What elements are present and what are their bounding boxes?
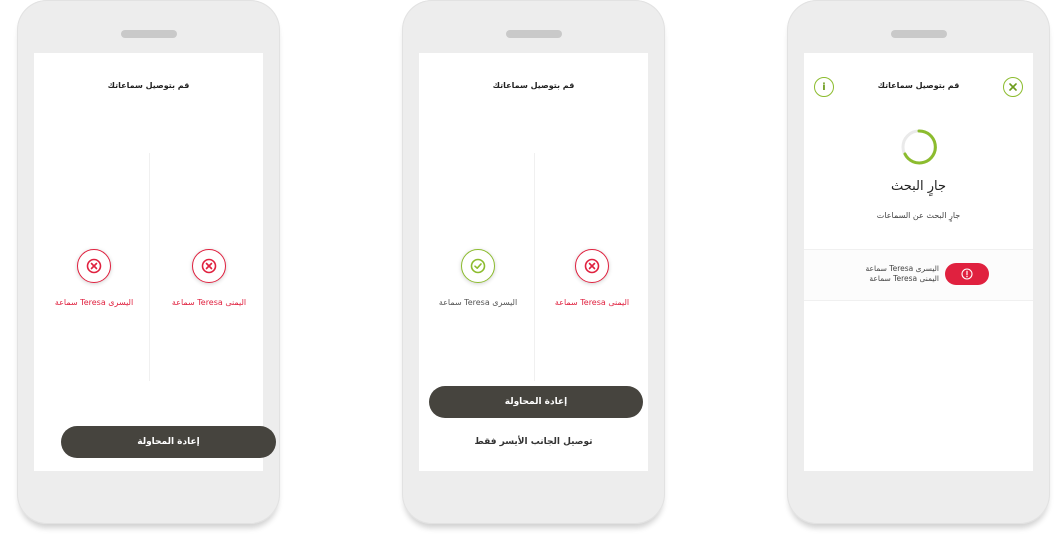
x-icon bbox=[584, 258, 600, 274]
x-icon bbox=[86, 258, 102, 274]
divider bbox=[533, 153, 535, 381]
check-icon bbox=[470, 258, 486, 274]
error-status-icon bbox=[192, 249, 226, 283]
left-hearing-aid: سماعة Teresa اليسرى bbox=[423, 249, 533, 307]
right-hearing-aid: سماعة Teresa اليمنى bbox=[154, 249, 264, 307]
success-status-icon bbox=[461, 249, 495, 283]
retry-button[interactable]: إعادة المحاولة bbox=[61, 426, 276, 458]
searching-subtitle: جارٍ البحث عن السماعات bbox=[876, 211, 961, 220]
screen-connection-failed-right: قم بتوصيل سماعاتك سماعة Teresa اليمنى سم… bbox=[419, 53, 648, 471]
connect-left-only-link[interactable]: توصيل الجانب الأيسر فقط bbox=[419, 437, 648, 447]
close-icon[interactable] bbox=[1003, 77, 1023, 97]
left-aid-label: سماعة Teresa اليسرى bbox=[438, 298, 518, 307]
phone-speaker bbox=[505, 30, 562, 38]
left-aid-label: سماعة Teresa اليسرى bbox=[54, 298, 134, 307]
phone-frame-3: i قم بتوصيل سماعاتك جارٍ البحث جارٍ البح… bbox=[787, 0, 1050, 524]
device-names: سماعة Teresa اليسرى سماعة Teresa اليمنى bbox=[866, 264, 939, 284]
error-status-icon bbox=[575, 249, 609, 283]
screen-title: قم بتوصيل سماعاتك bbox=[492, 81, 575, 90]
screen-searching: i قم بتوصيل سماعاتك جارٍ البحث جارٍ البح… bbox=[804, 53, 1033, 471]
right-aid-label: سماعة Teresa اليمنى bbox=[171, 298, 247, 307]
error-status-icon bbox=[77, 249, 111, 283]
loading-spinner-icon bbox=[901, 129, 937, 165]
phone-frame-2: قم بتوصيل سماعاتك سماعة Teresa اليمنى سم… bbox=[402, 0, 665, 524]
right-aid-label: سماعة Teresa اليمنى bbox=[554, 298, 630, 307]
device-left-name: سماعة Teresa اليسرى bbox=[865, 264, 939, 273]
searching-title: جارٍ البحث bbox=[890, 179, 947, 194]
device-info-button[interactable] bbox=[945, 263, 989, 285]
screen-title: قم بتوصيل سماعاتك bbox=[107, 81, 190, 90]
right-hearing-aid: سماعة Teresa اليمنى bbox=[537, 249, 647, 307]
phone-speaker bbox=[890, 30, 947, 38]
info-icon bbox=[961, 268, 973, 280]
screen-connection-failed-both: قم بتوصيل سماعاتك سماعة Teresa اليمنى سم… bbox=[34, 53, 276, 471]
phone-frame-1: قم بتوصيل سماعاتك سماعة Teresa اليمنى سم… bbox=[17, 0, 280, 524]
device-right-name: سماعة Teresa اليمنى bbox=[869, 274, 939, 283]
phone-speaker bbox=[120, 30, 177, 38]
x-icon bbox=[201, 258, 217, 274]
device-row: سماعة Teresa اليسرى سماعة Teresa اليمنى bbox=[804, 249, 1033, 301]
left-hearing-aid: سماعة Teresa اليسرى bbox=[39, 249, 149, 307]
retry-button[interactable]: إعادة المحاولة bbox=[429, 386, 643, 418]
screen-title: قم بتوصيل سماعاتك bbox=[877, 81, 960, 90]
